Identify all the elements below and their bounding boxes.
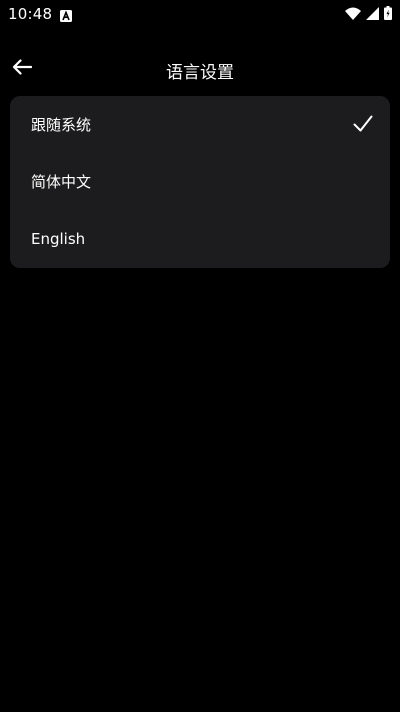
language-option-label: 简体中文 [31,172,92,191]
wifi-icon [345,7,361,20]
back-button[interactable] [8,55,36,83]
status-time: 10:48 [8,5,53,23]
app-header: 语言设置 [0,50,400,88]
language-option-simplified-chinese[interactable]: 简体中文 [10,152,390,210]
signal-icon [366,6,379,20]
status-bar: 10:48 [0,0,400,28]
arrow-left-icon [12,59,33,79]
status-icons [345,6,392,20]
battery-charging-icon [384,6,392,20]
language-option-label: 跟随系统 [31,115,92,134]
language-options-list: 跟随系统 简体中文 English [10,96,390,268]
a-notification-icon [60,7,72,22]
language-option-follow-system[interactable]: 跟随系统 [10,96,390,152]
page-title: 语言设置 [166,63,234,83]
language-option-english[interactable]: English [10,210,390,268]
check-icon [352,113,374,135]
language-option-label: English [31,230,86,248]
